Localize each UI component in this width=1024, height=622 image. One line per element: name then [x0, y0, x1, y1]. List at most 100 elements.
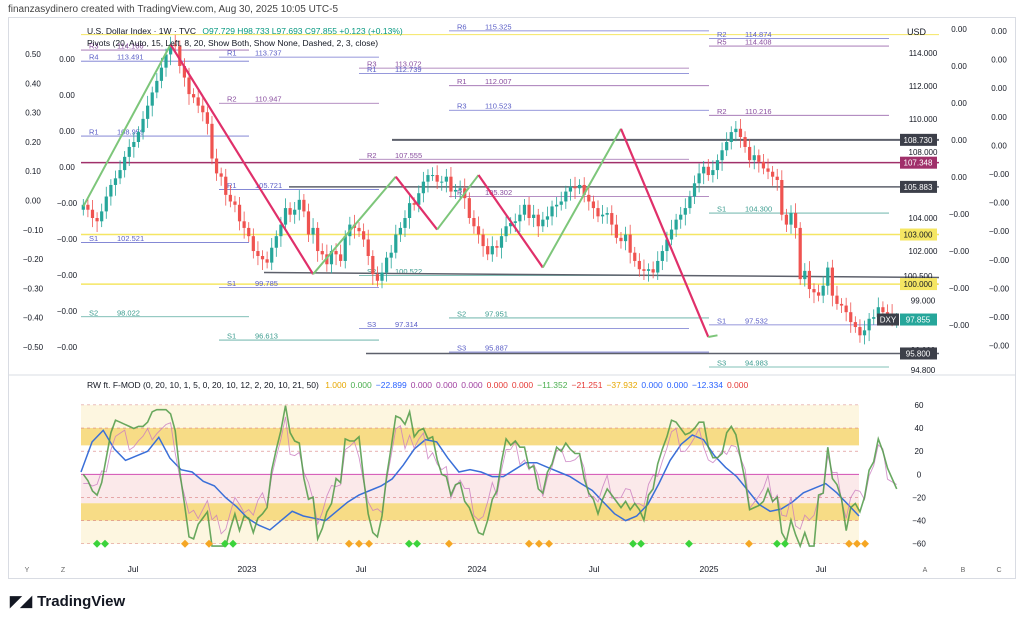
right-scale-tick: 0.00 — [991, 84, 1007, 93]
x-axis-label: C — [996, 567, 1001, 574]
candle — [95, 218, 99, 222]
candle — [826, 267, 830, 286]
candle — [605, 213, 609, 215]
indicator-value: 0.000 — [726, 380, 749, 390]
osc-band-mid — [81, 474, 859, 504]
pivot-level-value: 114.408 — [745, 38, 772, 47]
candle — [233, 201, 237, 205]
candle — [541, 219, 545, 227]
right-scale-tick: 0.00 — [951, 25, 967, 34]
candle — [697, 173, 701, 184]
candle — [242, 221, 246, 228]
candle — [90, 209, 95, 218]
pivot-level-value: 104.300 — [745, 205, 772, 214]
legend-symbol: U.S. Dollar Index · 1W · TVC O97.729 H98… — [87, 26, 403, 36]
candle — [256, 251, 260, 256]
candle — [807, 270, 811, 290]
x-axis-label: B — [961, 567, 966, 574]
candle — [674, 219, 678, 230]
candle — [821, 285, 825, 296]
candle — [706, 166, 710, 176]
candle — [104, 196, 108, 212]
candle — [100, 211, 104, 222]
candle — [444, 176, 448, 182]
pivot-level-label: R2 — [367, 151, 377, 160]
candle — [279, 224, 283, 237]
price-axis-tick: 94.800 — [911, 366, 936, 375]
candle — [757, 155, 761, 162]
pivot-level-value: 99.785 — [255, 279, 278, 288]
candle — [159, 67, 164, 81]
indicator-value: −22.899 — [375, 380, 407, 390]
left-scale-tick: −0.50 — [23, 343, 44, 352]
pivot-level-value: 107.555 — [395, 151, 422, 160]
candle — [403, 218, 407, 228]
brand-name: TradingView — [37, 592, 126, 610]
right-scale-tick: 0.00 — [951, 99, 967, 108]
pivot-level-value: 114.874 — [745, 30, 772, 39]
pivot-level-value: 95.887 — [485, 344, 508, 353]
candle — [407, 203, 412, 218]
candle — [683, 208, 687, 215]
pivot-level-label: R4 — [89, 53, 99, 62]
right-scale-tick: 0.00 — [951, 173, 967, 182]
candle — [449, 176, 453, 192]
candle — [426, 175, 430, 182]
candle — [633, 252, 637, 261]
candle — [564, 191, 568, 202]
pivot-level-label: R1 — [367, 65, 377, 74]
left-scale-tick: −0.40 — [23, 314, 44, 323]
candle — [816, 292, 821, 296]
candle — [858, 327, 862, 336]
candle — [316, 227, 320, 252]
pivot-level-label: S1 — [227, 279, 236, 288]
indicator-values: 1.000 0.000 −22.899 0.000 0.000 0.000 0.000 0.0… — [321, 380, 748, 390]
candle — [637, 260, 641, 270]
trend-line-up — [312, 176, 397, 275]
candle — [201, 105, 205, 113]
candle — [127, 146, 131, 157]
chart-canvas[interactable]: R6 115.325R5 114.408R4 113.491R3 113.072R1 11… — [9, 18, 1015, 578]
candle — [380, 272, 384, 281]
candle — [224, 176, 228, 195]
candle — [784, 214, 789, 225]
candle — [339, 254, 343, 261]
candle — [692, 183, 697, 197]
candle — [228, 194, 232, 202]
pivot-level-value: 102.521 — [117, 234, 144, 243]
candle — [265, 259, 269, 263]
pivot-level-value: 110.216 — [745, 107, 772, 116]
left-scale-tick: 0.20 — [25, 138, 41, 147]
candle — [513, 221, 517, 223]
candle — [720, 150, 724, 161]
pivot-level-label: R1 — [89, 128, 99, 137]
pivot-level-label: S2 — [89, 308, 98, 317]
candle — [389, 252, 393, 258]
brand[interactable]: ◤◢ TradingView — [10, 592, 126, 611]
candle — [656, 260, 660, 273]
indicator-value: 0.000 — [486, 380, 508, 390]
legend-pivots: Pivots (20, Auto, 15, Left, 8, 20, Show … — [87, 38, 379, 48]
candle — [270, 247, 274, 263]
candle — [311, 227, 315, 235]
pivot-level-value: 115.325 — [485, 22, 512, 31]
candle — [536, 214, 540, 227]
candle — [274, 236, 278, 248]
right-scale-tick: −0.00 — [949, 210, 970, 219]
pivot-level-label: S1 — [717, 316, 726, 325]
osc-axis-tick: −20 — [912, 493, 926, 502]
indicator-value: 1.000 — [325, 380, 347, 390]
pivot-level-label: S1 — [717, 205, 726, 214]
candle — [375, 274, 380, 281]
candle — [196, 97, 200, 106]
candle — [646, 269, 651, 271]
pivot-level-label: S1 — [89, 234, 98, 243]
candle — [555, 204, 559, 207]
candle — [771, 171, 775, 177]
candle — [146, 105, 150, 119]
price-label-text: 108.730 — [904, 136, 933, 145]
candle — [302, 199, 306, 212]
pivot-level-label: R5 — [717, 38, 727, 47]
candle — [619, 237, 623, 242]
candle — [288, 208, 292, 215]
